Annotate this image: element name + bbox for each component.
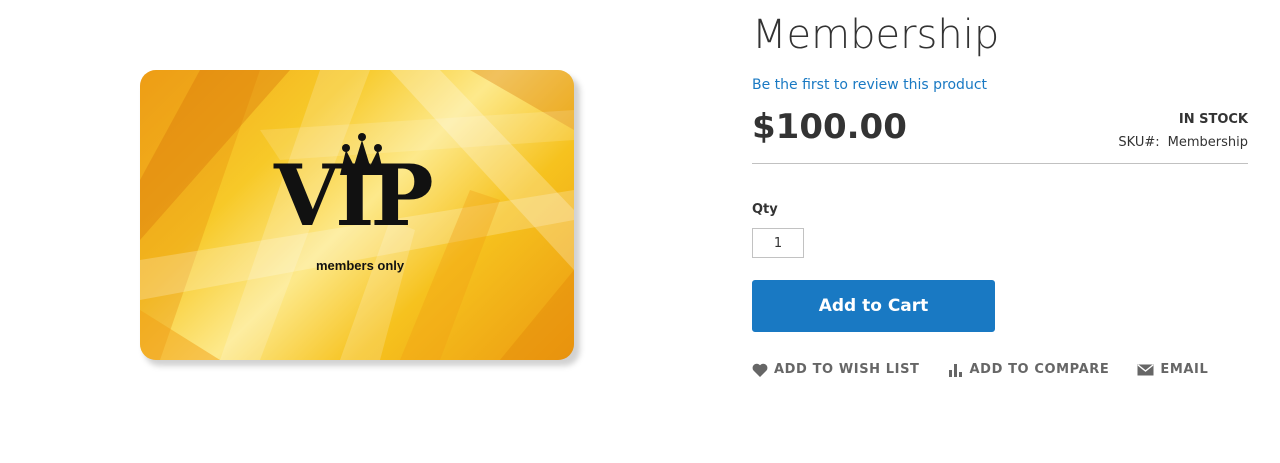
divider <box>752 163 1248 164</box>
qty-input[interactable] <box>752 228 804 258</box>
envelope-icon <box>1137 363 1154 375</box>
sku-value: Membership <box>1167 135 1248 150</box>
review-link[interactable]: Be the first to review this product <box>752 77 987 93</box>
heart-icon <box>752 363 768 377</box>
add-to-compare-link[interactable]: ADD TO COMPARE <box>948 362 1110 377</box>
page-title: Membership <box>752 12 1000 58</box>
email-link[interactable]: EMAIL <box>1137 362 1208 377</box>
vip-card-subtitle: members only <box>316 258 405 273</box>
stock-status: IN STOCK <box>1178 112 1248 127</box>
add-to-compare-label: ADD TO COMPARE <box>969 362 1110 377</box>
product-social-links: ADD TO WISH LIST ADD TO COMPARE EMAIL <box>752 362 1236 377</box>
email-label: EMAIL <box>1160 362 1209 377</box>
product-price: $100.00 <box>752 107 907 147</box>
product-image-gallery[interactable]: VIP members only <box>140 70 580 366</box>
sku-label: SKU#: <box>1118 135 1160 150</box>
add-to-wishlist-label: ADD TO WISH LIST <box>774 362 920 377</box>
add-to-wishlist-link[interactable]: ADD TO WISH LIST <box>752 362 920 377</box>
vip-card-image[interactable]: VIP members only <box>140 70 574 360</box>
product-sku: SKU#: Membership <box>1118 135 1248 150</box>
add-to-cart-button[interactable]: Add to Cart <box>752 280 995 332</box>
bar-chart-icon <box>948 363 962 377</box>
product-page: VIP members only Membership Be the first… <box>0 0 1280 463</box>
qty-label: Qty <box>752 202 778 217</box>
vip-card-title: VIP <box>274 146 434 245</box>
